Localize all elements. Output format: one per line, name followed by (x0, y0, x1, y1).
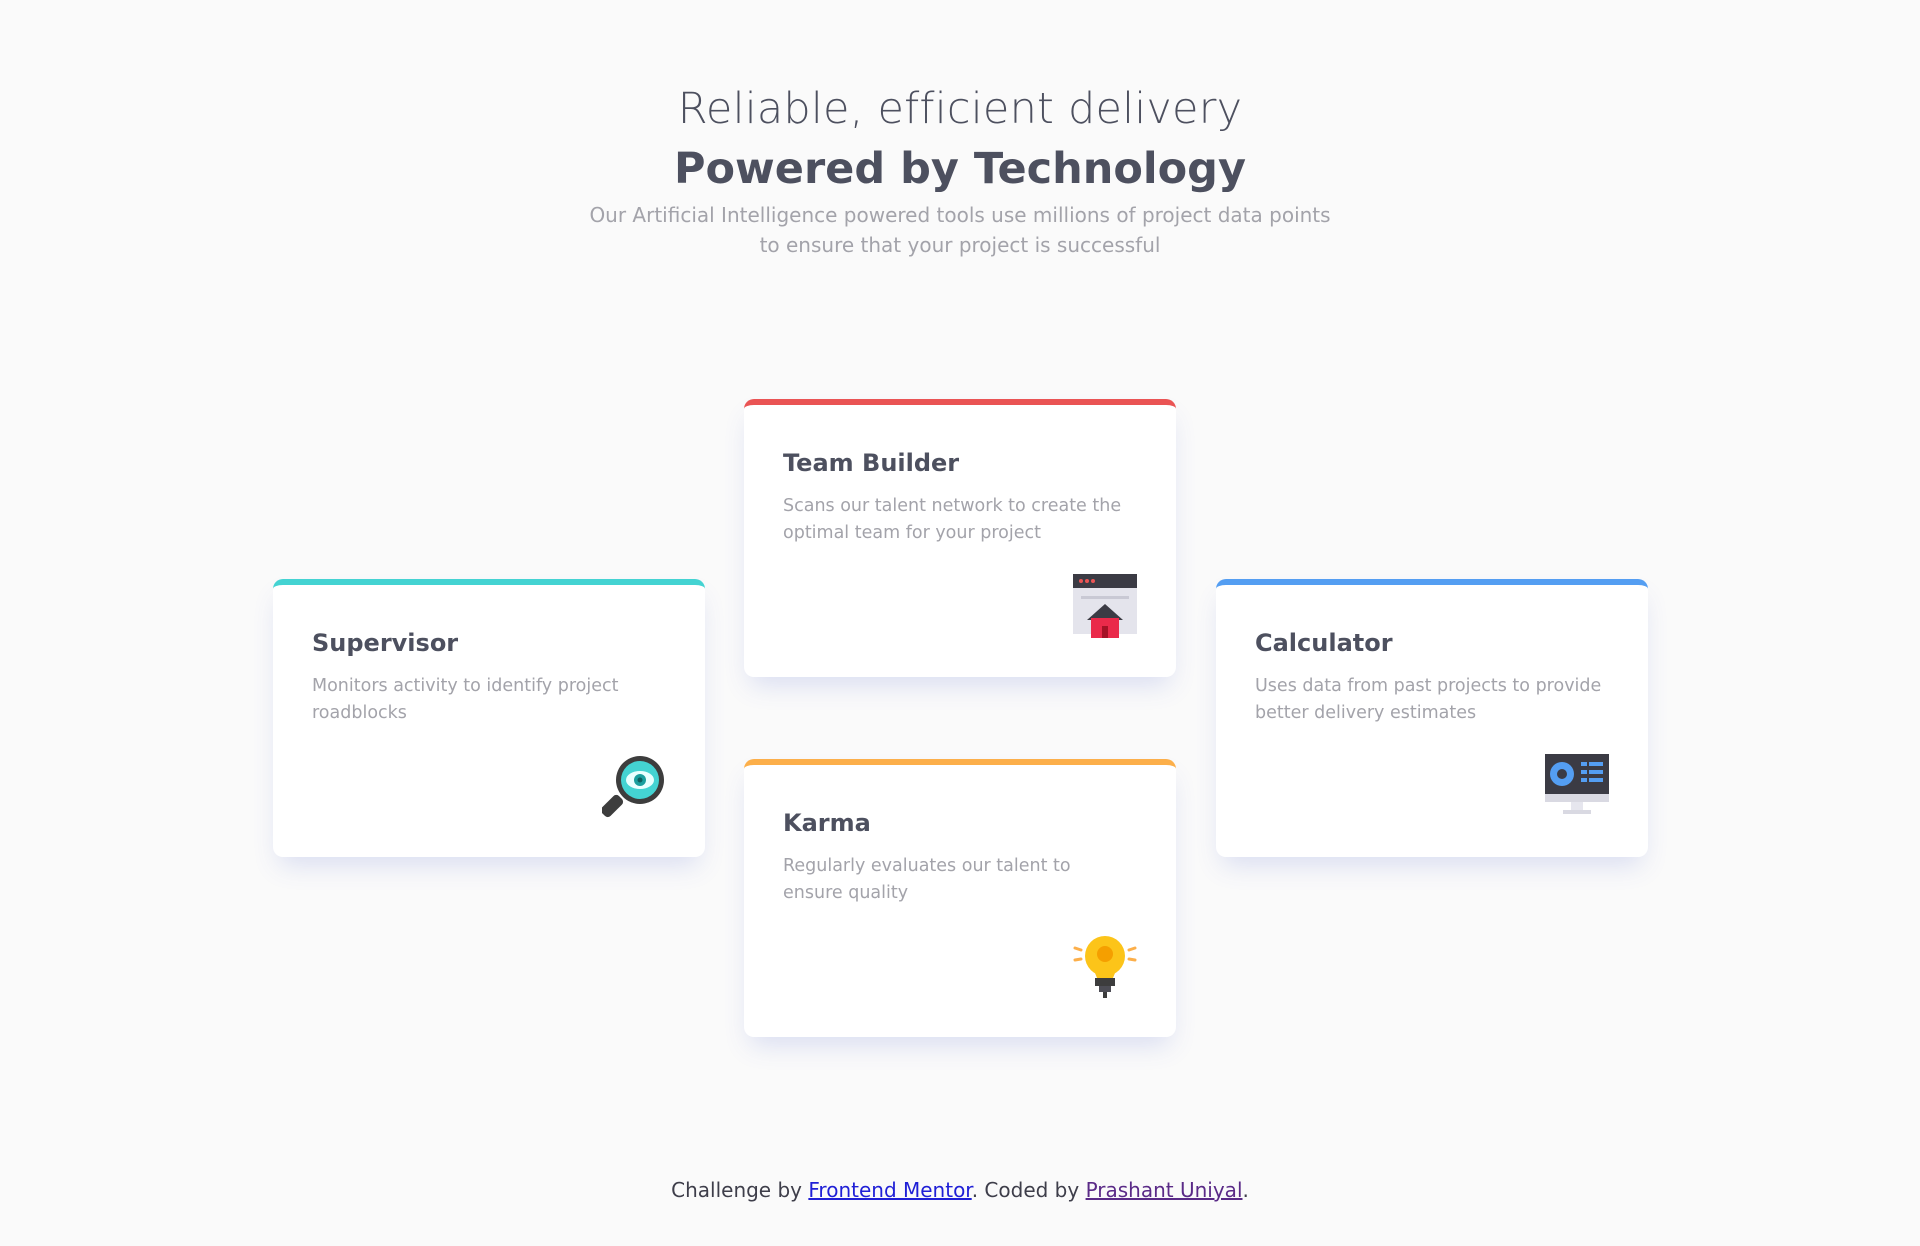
magnifier-eye-icon (602, 756, 664, 818)
footer-middle: . Coded by (971, 1178, 1086, 1202)
footer-attribution: Challenge by Frontend Mentor. Coded by P… (0, 1178, 1920, 1202)
card-description: Regularly evaluates our talent to ensure… (783, 856, 1071, 903)
card-description: Monitors activity to identify project ro… (312, 676, 619, 723)
page-intro: Our Artificial Intelligence powered tool… (540, 200, 1380, 260)
card-supervisor: Supervisor Monitors activity to identify… (273, 579, 705, 857)
card-karma: Karma Regularly evaluates our talent to … (744, 759, 1176, 1037)
card-calculator: Calculator Uses data from past projects … (1216, 579, 1648, 857)
page-title: Powered by Technology (674, 144, 1246, 194)
intro-line-1: Our Artificial Intelligence powered tool… (589, 203, 1331, 227)
card-title: Karma (783, 809, 871, 837)
card-description: Scans our talent network to create the o… (783, 496, 1122, 543)
monitor-chart-icon (1545, 754, 1609, 814)
intro-line-2: to ensure that your project is successfu… (759, 233, 1161, 257)
footer-suffix: . (1242, 1178, 1249, 1202)
author-link[interactable]: Prashant Uniyal (1086, 1178, 1243, 1202)
browser-house-icon (1073, 574, 1137, 638)
card-team-builder: Team Builder Scans our talent network to… (744, 399, 1176, 677)
page-subtitle: Reliable, efficient delivery (677, 84, 1243, 134)
footer-prefix: Challenge by (671, 1178, 809, 1202)
card-title: Calculator (1255, 629, 1393, 657)
frontend-mentor-link[interactable]: Frontend Mentor (808, 1178, 971, 1202)
lightbulb-icon (1073, 936, 1137, 998)
card-description: Uses data from past projects to provide … (1255, 676, 1602, 723)
card-title: Team Builder (783, 449, 960, 477)
card-title: Supervisor (312, 629, 459, 657)
